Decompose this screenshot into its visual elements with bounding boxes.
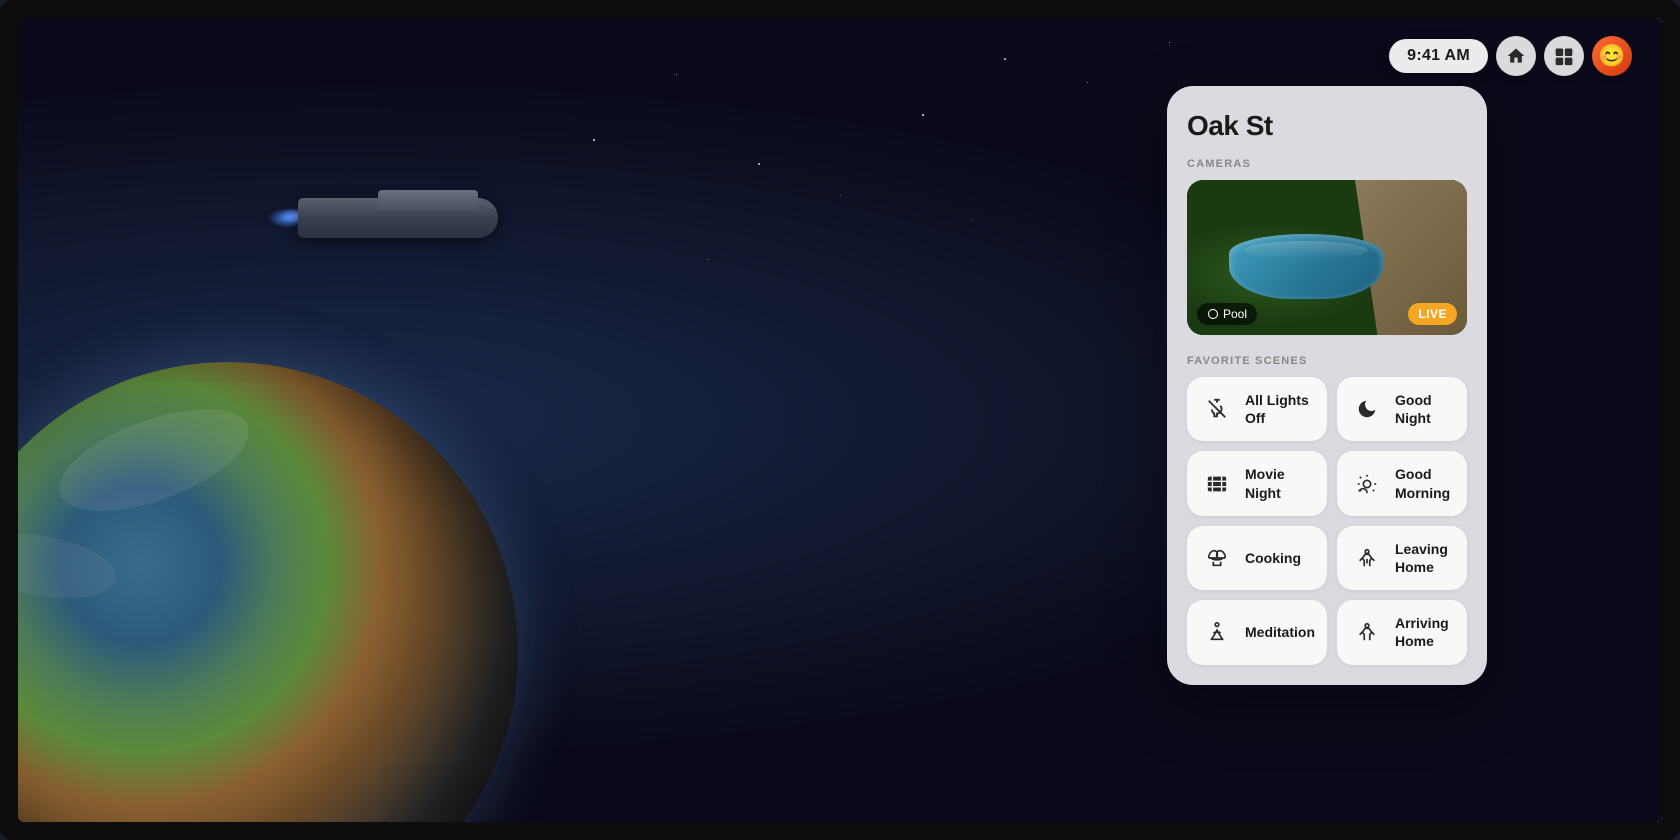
panel-title: Oak St <box>1187 110 1467 142</box>
pool-shape <box>1229 234 1383 299</box>
status-time: 9:41 AM <box>1407 47 1470 65</box>
scene-button-meditation[interactable]: Meditation <box>1187 600 1327 664</box>
scene-icon-cooking <box>1199 540 1235 576</box>
tv-screen: 9:41 AM 😊 Oak St <box>18 18 1662 822</box>
scene-name-arriving-home: Arriving Home <box>1395 614 1455 650</box>
scene-name-leaving-home: Leaving Home <box>1395 540 1455 576</box>
scene-name-good-night: Good Night <box>1395 391 1455 427</box>
camera-icon <box>1207 308 1219 320</box>
scene-button-arriving-home[interactable]: Arriving Home <box>1337 600 1467 664</box>
live-badge: LIVE <box>1408 303 1457 325</box>
camera-label: Pool <box>1197 303 1257 325</box>
home-panel: Oak St CAMERAS Pool LIVE <box>1167 86 1487 685</box>
scene-name-good-morning: Good Morning <box>1395 465 1455 501</box>
camera-name: Pool <box>1223 307 1247 321</box>
spaceship <box>268 178 528 258</box>
scene-button-cooking[interactable]: Cooking <box>1187 526 1327 590</box>
scene-button-leaving-home[interactable]: Leaving Home <box>1337 526 1467 590</box>
scene-icon-good-night <box>1349 391 1385 427</box>
favorite-scenes-label: FAVORITE SCENES <box>1187 355 1467 367</box>
scene-name-all-lights-off: All Lights Off <box>1245 391 1315 427</box>
scene-name-meditation: Meditation <box>1245 623 1315 641</box>
multiwindow-icon <box>1554 46 1574 66</box>
scene-icon-all-lights-off <box>1199 391 1235 427</box>
scene-button-good-morning[interactable]: Good Morning <box>1337 451 1467 515</box>
scenes-section: FAVORITE SCENES All Lights Off Good Nigh… <box>1187 355 1467 665</box>
scene-icon-arriving-home <box>1349 614 1385 650</box>
scene-name-movie-night: Movie Night <box>1245 465 1315 501</box>
avatar-button[interactable]: 😊 <box>1592 36 1632 76</box>
time-pill: 9:41 AM <box>1389 39 1488 73</box>
scene-button-movie-night[interactable]: Movie Night <box>1187 451 1327 515</box>
scene-button-all-lights-off[interactable]: All Lights Off <box>1187 377 1327 441</box>
avatar-emoji: 😊 <box>1598 43 1625 69</box>
cameras-section: CAMERAS Pool LIVE <box>1187 158 1467 335</box>
multiwindow-icon-button[interactable] <box>1544 36 1584 76</box>
camera-feed[interactable]: Pool LIVE <box>1187 180 1467 335</box>
scene-icon-good-morning <box>1349 466 1385 502</box>
status-bar: 9:41 AM 😊 <box>1389 36 1632 76</box>
scene-icon-meditation <box>1199 614 1235 650</box>
scene-icon-movie-night <box>1199 466 1235 502</box>
tv-bezel-top <box>0 0 1680 18</box>
tv-bezel-bottom <box>0 822 1680 840</box>
scene-button-good-night[interactable]: Good Night <box>1337 377 1467 441</box>
scene-name-cooking: Cooking <box>1245 549 1301 567</box>
tv-frame: 9:41 AM 😊 Oak St <box>0 0 1680 840</box>
scenes-grid: All Lights Off Good Night Movie Night Go… <box>1187 377 1467 665</box>
home-icon-button[interactable] <box>1496 36 1536 76</box>
scene-icon-leaving-home <box>1349 540 1385 576</box>
cameras-label: CAMERAS <box>1187 158 1467 170</box>
home-icon <box>1506 46 1526 66</box>
